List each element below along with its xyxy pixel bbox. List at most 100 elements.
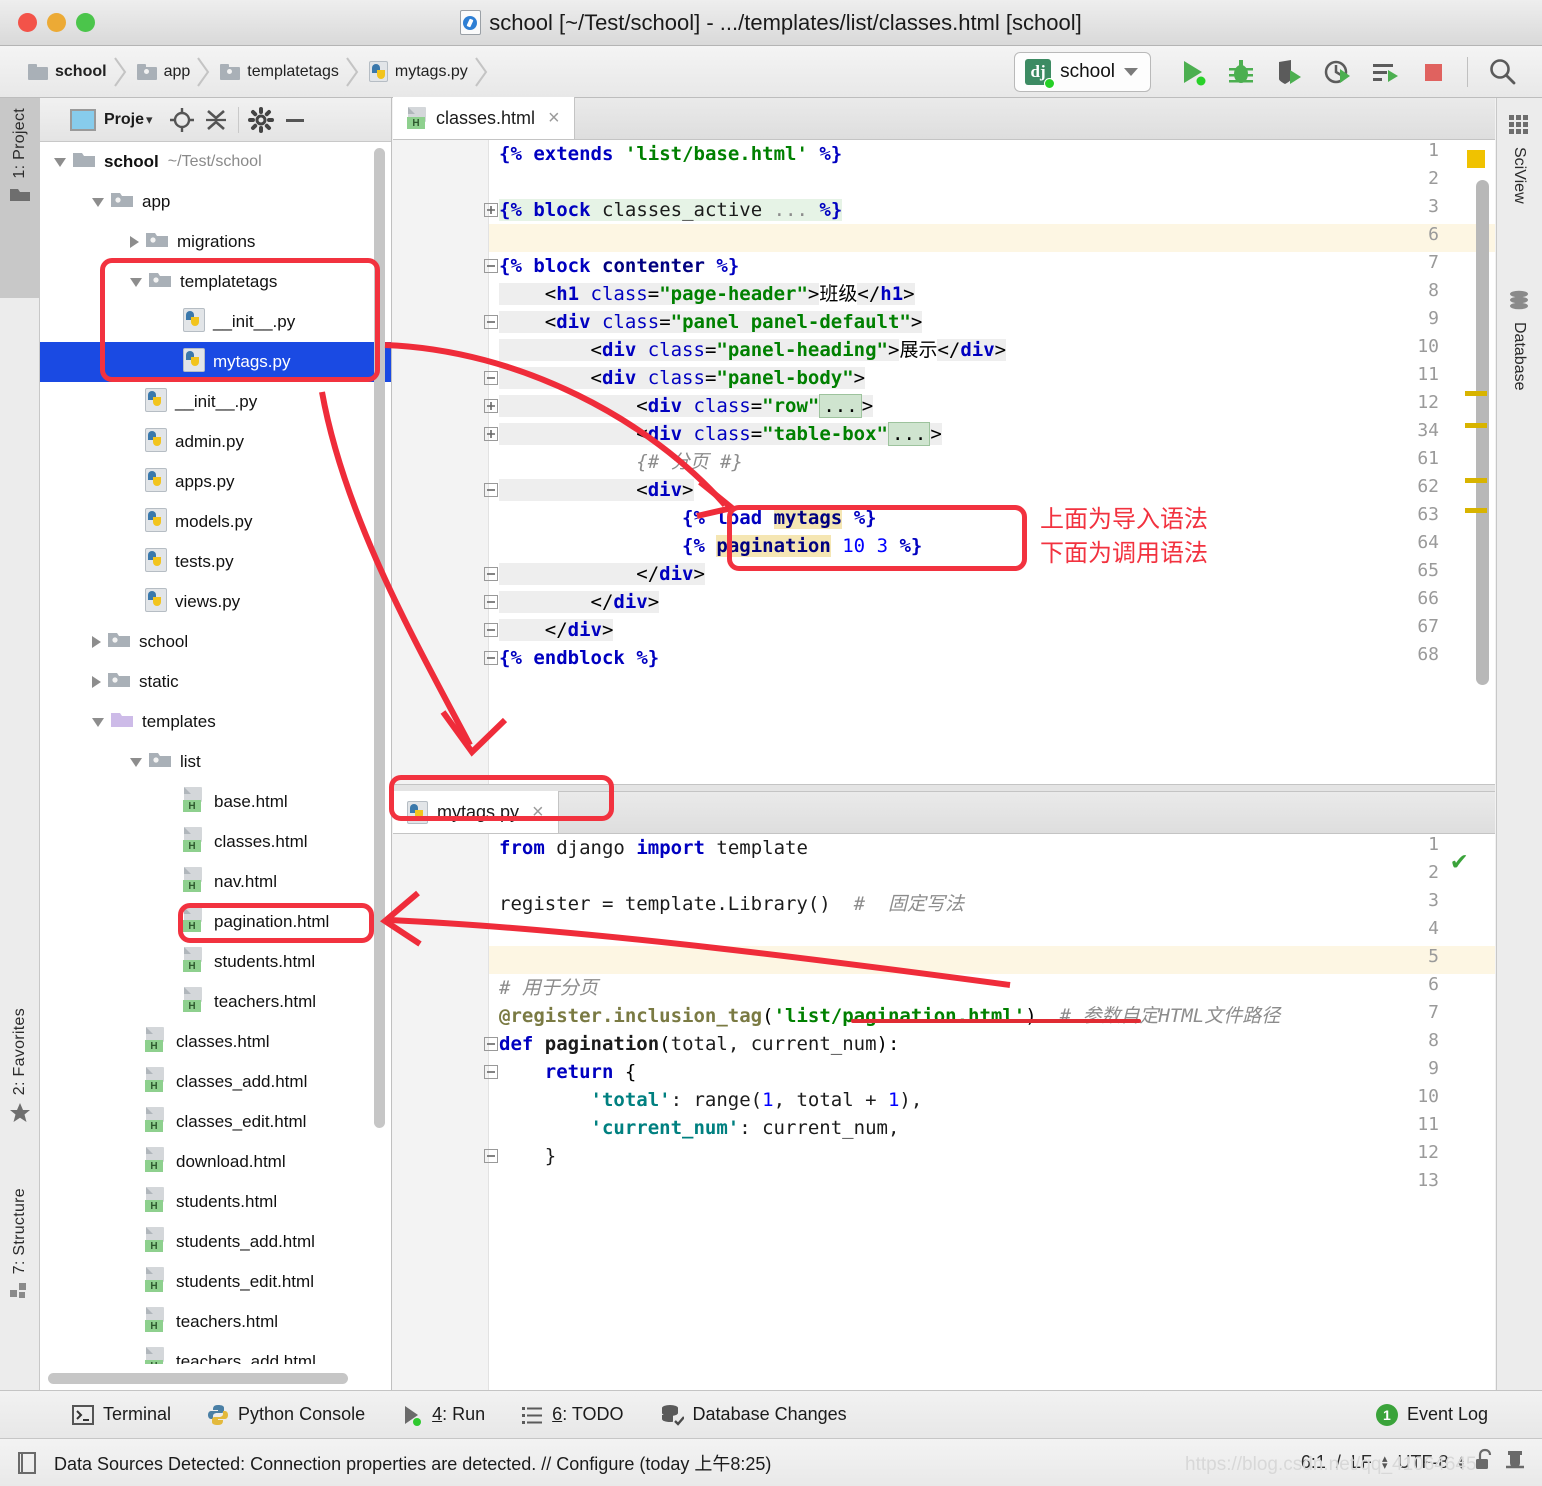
status-notification-icon[interactable]	[16, 1450, 40, 1476]
tree-item-school[interactable]: school ~/Test/school	[40, 142, 391, 182]
tree-item-list[interactable]: list	[40, 742, 391, 782]
tree-item-migrations[interactable]: migrations	[40, 222, 391, 262]
tree-item-students-html[interactable]: Hstudents.html	[40, 942, 391, 982]
tree-item-nav-html[interactable]: Hnav.html	[40, 862, 391, 902]
editor-classes-html[interactable]: 1 2 3 6 7 8 9 10 11 12 34 61 62 63 64 65 66 67 68 {% exten…	[393, 140, 1495, 784]
tree-item-classes-html[interactable]: Hclasses.html	[40, 822, 391, 862]
run-configuration-selector[interactable]: dj school	[1014, 51, 1151, 92]
tree-item--init-py[interactable]: __init__.py	[40, 302, 391, 342]
tree-item-classes-add-html[interactable]: Hclasses_add.html	[40, 1062, 391, 1102]
tool-button-terminal[interactable]: Terminal	[54, 1404, 189, 1426]
tab-classes-html[interactable]: H classes.html ×	[393, 97, 575, 139]
gear-icon[interactable]	[244, 103, 278, 137]
tree-item-classes-edit-html[interactable]: Hclasses_edit.html	[40, 1102, 391, 1142]
tree-item-teachers-html[interactable]: Hteachers.html	[40, 1302, 391, 1342]
window-title: school [~/Test/school] - .../templates/l…	[0, 10, 1542, 36]
code-content-bottom[interactable]: from django import template register = t…	[489, 834, 1495, 1400]
twisty-right-icon[interactable]	[130, 236, 139, 248]
breadcrumb-item-school[interactable]: school	[20, 46, 113, 97]
minimize-button[interactable]	[278, 103, 312, 137]
tree-item-teachers-html[interactable]: Hteachers.html	[40, 982, 391, 1022]
run-button[interactable]	[1169, 50, 1217, 94]
tree-item-tests-py[interactable]: tests.py	[40, 542, 391, 582]
project-tree-vertical-scrollbar[interactable]	[374, 148, 385, 1128]
tree-item-students-edit-html[interactable]: Hstudents_edit.html	[40, 1262, 391, 1302]
search-everywhere-button[interactable]	[1478, 50, 1526, 94]
twisty-down-icon[interactable]	[130, 277, 142, 287]
select-opened-file-button[interactable]	[165, 103, 199, 137]
tree-item-pagination-html[interactable]: Hpagination.html	[40, 902, 391, 942]
tool-button-database-changes[interactable]: Database Changes	[642, 1404, 865, 1426]
unlocked-icon[interactable]	[1474, 1448, 1494, 1477]
tree-item-base-html[interactable]: Hbase.html	[40, 782, 391, 822]
toolbar-divider	[1467, 56, 1468, 87]
hector-icon[interactable]	[1504, 1447, 1526, 1478]
tree-item-label: classes.html	[176, 1032, 270, 1051]
debug-button[interactable]	[1217, 50, 1265, 94]
code-content-top[interactable]: {% extends 'list/base.html' %} {% block …	[489, 140, 1495, 784]
tree-item-school[interactable]: school	[40, 622, 391, 662]
sidebar-item-favorites[interactable]: 2: Favorites	[0, 1008, 40, 1158]
sidebar-item-sciview[interactable]: SciView	[1496, 108, 1542, 204]
warning-marker[interactable]	[1465, 478, 1487, 483]
warning-marker[interactable]	[1465, 423, 1487, 428]
tool-button-todo[interactable]: 6: TODO	[503, 1404, 641, 1426]
twisty-down-icon[interactable]	[54, 157, 66, 167]
twisty-down-icon[interactable]	[92, 717, 104, 727]
warning-marker[interactable]	[1465, 508, 1487, 513]
sidebar-item-project[interactable]: 1: Project	[0, 98, 40, 298]
chevron-down-icon[interactable]: ▾	[146, 112, 153, 128]
twisty-right-icon[interactable]	[92, 676, 101, 688]
tree-item-models-py[interactable]: models.py	[40, 502, 391, 542]
tree-item-students-html[interactable]: Hstudents.html	[40, 1182, 391, 1222]
tree-item-static[interactable]: static	[40, 662, 391, 702]
sidebar-item-database[interactable]: Database	[1496, 283, 1542, 391]
tree-item-label: school	[104, 152, 159, 171]
tree-item-app[interactable]: app	[40, 182, 391, 222]
tool-button-event-log[interactable]: 1 Event Log	[1358, 1403, 1506, 1426]
tree-item-views-py[interactable]: views.py	[40, 582, 391, 622]
profile-button[interactable]	[1313, 50, 1361, 94]
tree-item-teachers-add-html[interactable]: Hteachers_add.html	[40, 1342, 391, 1364]
warning-marker[interactable]	[1465, 391, 1487, 396]
sidebar-item-structure[interactable]: 7: Structure	[0, 1188, 40, 1338]
twisty-down-icon[interactable]	[92, 197, 104, 207]
tool-button-python-console[interactable]: Python Console	[189, 1404, 383, 1426]
stop-button[interactable]	[1409, 50, 1457, 94]
twisty-right-icon[interactable]	[92, 636, 101, 648]
twisty-down-icon[interactable]	[130, 757, 142, 767]
tree-item-mytags-py[interactable]: mytags.py	[40, 342, 391, 382]
editor-gutter-top[interactable]	[393, 140, 489, 784]
close-icon[interactable]: ×	[548, 107, 560, 130]
editor-scrollbar-top[interactable]	[1465, 148, 1489, 776]
editor-gutter-bottom[interactable]	[393, 834, 489, 1400]
breadcrumb-item-mytags-py[interactable]: mytags.py	[361, 46, 474, 97]
scrollbar-thumb[interactable]	[1476, 180, 1489, 685]
tree-item-templates[interactable]: templates	[40, 702, 391, 742]
status-message: Data Sources Detected: Connection proper…	[54, 1453, 772, 1474]
folder-open-icon	[136, 63, 157, 80]
collapse-all-button[interactable]	[199, 103, 233, 137]
project-tree[interactable]: school ~/Test/school app migrations template…	[40, 142, 391, 1364]
tree-item-admin-py[interactable]: admin.py	[40, 422, 391, 462]
project-tree-horizontal-scrollbar[interactable]	[48, 1373, 348, 1384]
tree-item-classes-html[interactable]: Hclasses.html	[40, 1022, 391, 1062]
inspection-ok-icon[interactable]: ✔	[1451, 846, 1467, 876]
run-manage-task-button[interactable]	[1361, 50, 1409, 94]
tree-item-templatetags[interactable]: templatetags	[40, 262, 391, 302]
tree-item-students-add-html[interactable]: Hstudents_add.html	[40, 1222, 391, 1262]
tab-mytags-py[interactable]: mytags.py ×	[393, 791, 559, 833]
breadcrumb-item-templatetags[interactable]: templatetags	[212, 46, 345, 97]
error-stripe-marker[interactable]	[1467, 150, 1485, 168]
tree-item-download-html[interactable]: Hdownload.html	[40, 1142, 391, 1182]
tool-button-run[interactable]: 4: Run	[383, 1404, 503, 1426]
tree-item-apps-py[interactable]: apps.py	[40, 462, 391, 502]
close-icon[interactable]: ×	[532, 801, 544, 824]
breadcrumb-item-app[interactable]: app	[129, 46, 197, 97]
tree-item--init-py[interactable]: __init__.py	[40, 382, 391, 422]
editor-mytags-py[interactable]: 1 2 3 4 5 6 7 8 9 10 11 12 13 from django import tem…	[393, 834, 1495, 1400]
run-coverage-button[interactable]	[1265, 50, 1313, 94]
folder-open-icon	[148, 750, 172, 774]
